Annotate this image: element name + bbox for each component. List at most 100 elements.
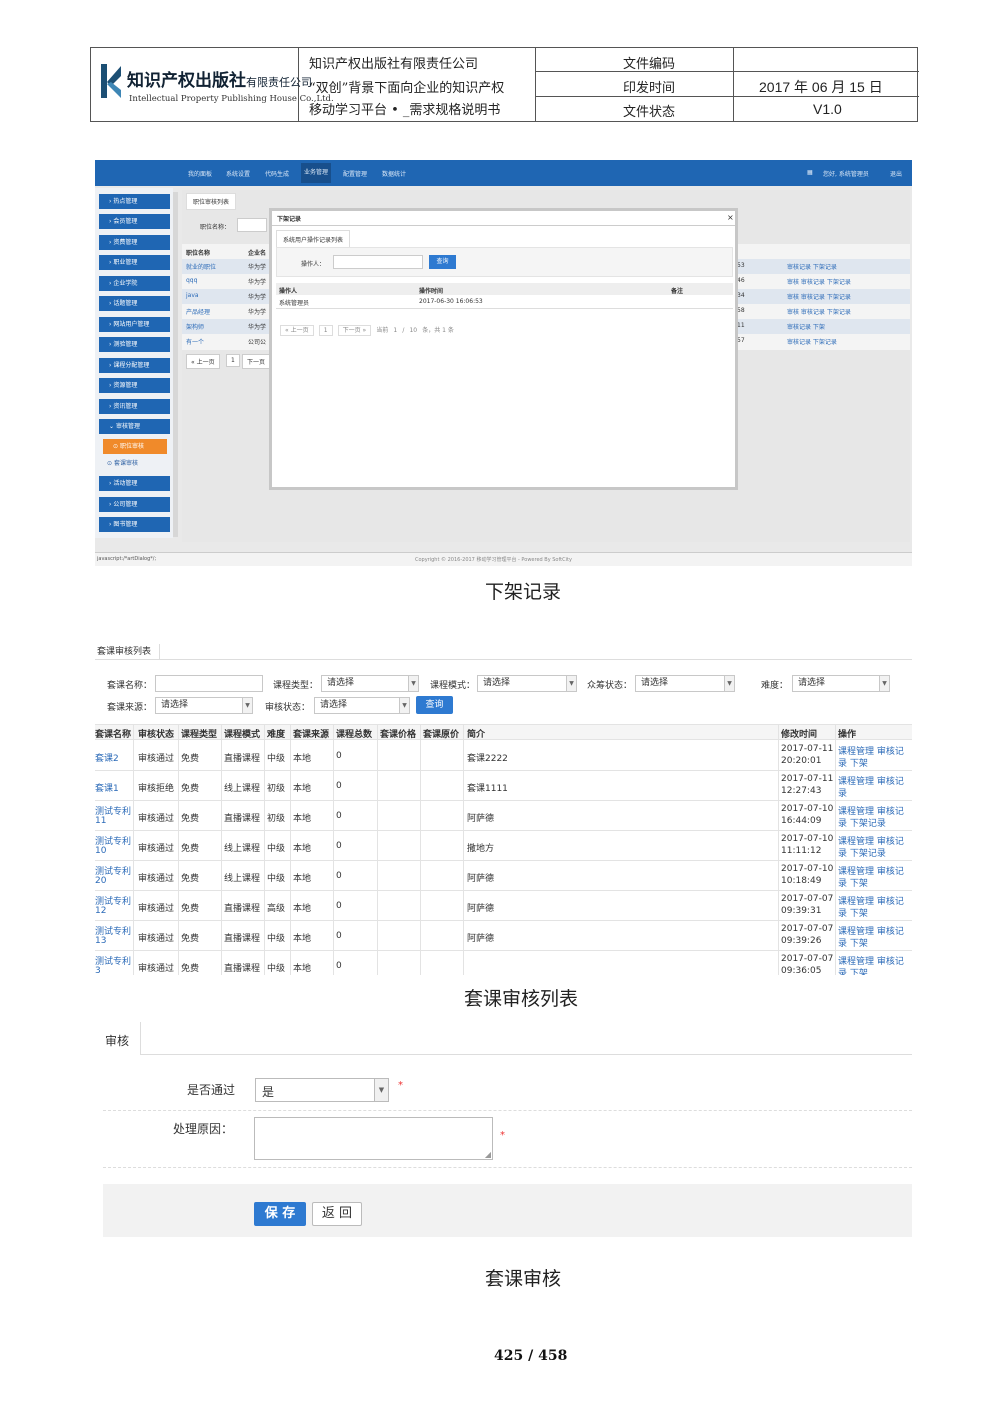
- cell-modified-date: 2017-07-10: [781, 804, 834, 814]
- nav-system-settings[interactable]: 系统设置: [226, 169, 250, 178]
- nav-code-gen[interactable]: 代码生成: [265, 169, 289, 178]
- job-name-link[interactable]: 就业的职位: [186, 262, 216, 271]
- job-name-link[interactable]: java: [186, 292, 199, 299]
- query-button[interactable]: 查询: [429, 255, 456, 269]
- query-button[interactable]: 查询: [416, 696, 453, 714]
- pager-prev[interactable]: « 上一页: [186, 354, 220, 369]
- sidebar-item-hot[interactable]: › 热点管理: [99, 194, 170, 209]
- job-name-link[interactable]: 有一个: [186, 337, 204, 346]
- cell-review-status: 审核通过: [138, 874, 175, 884]
- action-links[interactable]: 录: [838, 786, 847, 799]
- source-select[interactable]: 请选择 ▼: [155, 697, 253, 714]
- review-status-select[interactable]: 请选择 ▼: [314, 697, 410, 714]
- course-name-link-cont[interactable]: 20: [95, 876, 106, 886]
- is-passed-select[interactable]: 是 ▼: [255, 1078, 389, 1102]
- action-links[interactable]: 录 下架: [838, 756, 868, 769]
- action-links[interactable]: 录 下架: [838, 936, 868, 949]
- crowd-status-select[interactable]: 请选择 ▼: [635, 675, 735, 692]
- action-links[interactable]: 录 下架记录: [838, 846, 886, 859]
- nav-business[interactable]: 业务管理: [301, 163, 332, 183]
- nav-dashboard[interactable]: 我的面板: [188, 169, 212, 178]
- nav-statistics[interactable]: 数据统计: [382, 169, 406, 178]
- cell-course-mode: 直播课程: [224, 934, 261, 944]
- sidebar-item-events[interactable]: › 活动管理: [99, 476, 170, 491]
- course-mode-select[interactable]: 请选择 ▼: [477, 675, 577, 692]
- course-name-link[interactable]: 套课2: [95, 751, 119, 764]
- filter-job-name-input[interactable]: [237, 218, 267, 232]
- job-ops-links[interactable]: 审核记录 下架记录: [787, 262, 837, 271]
- job-ops-links[interactable]: 审核记录 下架记录: [787, 337, 837, 346]
- sidebar-item-review[interactable]: ⌄ 审核管理: [99, 419, 170, 434]
- pager-current-page[interactable]: 1: [393, 327, 397, 334]
- tab-review[interactable]: 审核: [95, 1022, 141, 1055]
- pager-next[interactable]: 下一页: [242, 354, 271, 369]
- course-name-link-cont[interactable]: 11: [95, 816, 106, 826]
- sidebar-item-fees[interactable]: › 资费管理: [99, 235, 170, 250]
- cell-modified-time: 16:44:09: [781, 816, 822, 826]
- sidebar-item-jobs[interactable]: › 职业管理: [99, 255, 170, 270]
- course-name-link-cont[interactable]: 10: [95, 846, 106, 856]
- sidebar-item-books[interactable]: › 图书管理: [99, 517, 170, 532]
- job-ops-links[interactable]: 审核 审核记录 下架记录: [787, 277, 851, 286]
- tab-course-review-list[interactable]: 套课审核列表: [97, 644, 161, 660]
- sidebar-item-topics[interactable]: › 话题管理: [99, 296, 170, 311]
- tab-job-review-list[interactable]: 职位审核列表: [186, 193, 237, 210]
- course-name-link-cont[interactable]: 13: [95, 936, 106, 946]
- cell-review-status: 审核拒绝: [138, 784, 175, 794]
- sidebar-sub-course-review[interactable]: ⊙ 套课审核: [107, 458, 138, 467]
- sidebar-item-site-users[interactable]: › 网站用户管理: [99, 317, 170, 332]
- nav-config[interactable]: 配置管理: [343, 169, 367, 178]
- sidebar-item-college[interactable]: › 企业学院: [99, 276, 170, 291]
- pager-page-1[interactable]: 1: [318, 325, 333, 336]
- filter-course-mode-label: 课程模式：: [430, 681, 476, 691]
- course-name-link-cont[interactable]: 12: [95, 906, 106, 916]
- logout-link[interactable]: 退出: [890, 169, 902, 178]
- pager-page-1[interactable]: 1: [226, 354, 240, 367]
- action-links[interactable]: 课程管理 审核记: [838, 774, 904, 787]
- action-links[interactable]: 录 下架: [838, 876, 868, 889]
- pager-prev[interactable]: « 上一页: [280, 325, 314, 336]
- back-button[interactable]: 返 回: [312, 1202, 362, 1226]
- course-name-link-cont[interactable]: 3: [95, 966, 101, 975]
- caption-course-review: 套课审核: [485, 1268, 562, 1290]
- menu-grid-icon[interactable]: ▦: [807, 169, 813, 176]
- chevron-down-icon: ▼: [408, 676, 418, 691]
- pager-next[interactable]: 下一页 »: [337, 325, 372, 336]
- job-ops-links[interactable]: 审核记录 下架: [787, 322, 825, 331]
- sidebar-item-news[interactable]: › 资讯管理: [99, 399, 170, 414]
- course-type-select[interactable]: 请选择 ▼: [321, 675, 419, 692]
- pager-page-size[interactable]: 10: [409, 327, 417, 334]
- action-links[interactable]: 录 下架: [838, 966, 868, 975]
- difficulty-select[interactable]: 请选择 ▼: [792, 675, 890, 692]
- user-greeting[interactable]: 您好, 系统管理员: [823, 169, 869, 178]
- course-name-link[interactable]: 套课1: [95, 781, 119, 794]
- tab-user-op-records[interactable]: 系统用户操作记录列表: [276, 230, 351, 248]
- cell-difficulty: 中级: [267, 844, 286, 854]
- job-name-link[interactable]: 架构师: [186, 322, 204, 331]
- job-ops-links[interactable]: 审核 审核记录 下架记录: [787, 307, 851, 316]
- table-row: 测试专利 11 审核通过 免费 直播课程 初级 本地 0 阿萨德 2017-07…: [95, 801, 912, 831]
- sidebar-item-course-assign[interactable]: › 课程分配管理: [99, 358, 170, 373]
- sidebar-item-company[interactable]: › 公司管理: [99, 497, 170, 512]
- action-links[interactable]: 录 下架记录: [838, 816, 886, 829]
- sidebar-item-quiz[interactable]: › 测验管理: [99, 337, 170, 352]
- close-icon[interactable]: ×: [727, 213, 734, 222]
- sidebar-item-resources[interactable]: › 资源管理: [99, 378, 170, 393]
- job-name-link[interactable]: qqq: [186, 277, 197, 284]
- col-op-time: 操作时间: [419, 288, 444, 295]
- resize-handle-icon[interactable]: ◢: [485, 1150, 491, 1159]
- cell-review-status: 审核通过: [138, 844, 175, 854]
- table-row: 套课2 审核通过 免费 直播课程 中级 本地 0 套课2222 2017-07-…: [95, 741, 912, 771]
- reason-textarea[interactable]: ◢: [254, 1117, 493, 1160]
- sidebar-sub-job-review[interactable]: ⊙ 职位审核: [103, 439, 167, 454]
- save-button[interactable]: 保 存: [254, 1202, 306, 1226]
- sidebar-scrollbar[interactable]: [173, 192, 178, 537]
- filter-operator-input[interactable]: [333, 255, 423, 269]
- job-ops-links[interactable]: 审核 审核记录 下架记录: [787, 292, 851, 301]
- cell-course-type: 免费: [181, 904, 200, 914]
- job-name-link[interactable]: 产品经理: [186, 307, 210, 316]
- action-links[interactable]: 录 下架: [838, 906, 868, 919]
- cell-course-mode: 直播课程: [224, 964, 261, 974]
- filter-course-name-input[interactable]: [155, 675, 263, 692]
- sidebar-item-members[interactable]: › 会员管理: [99, 214, 170, 229]
